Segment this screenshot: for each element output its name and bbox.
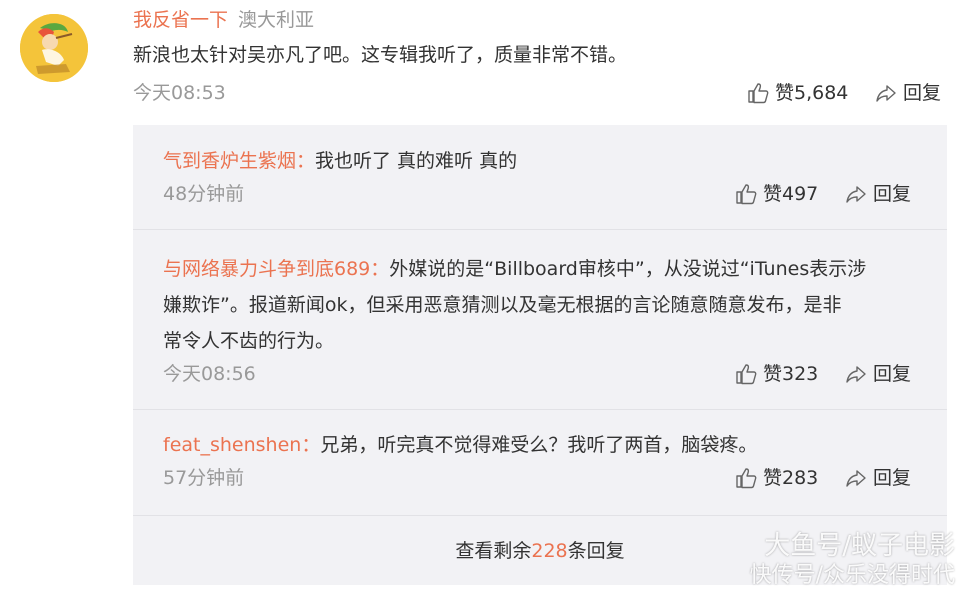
watermark-line-1: 大鱼号/蚁子电影 bbox=[764, 531, 955, 561]
divider bbox=[133, 409, 947, 410]
reply-item: feat_shenshen：兄弟，听完真不觉得难受么？我听了两首，脑袋疼。 57… bbox=[163, 427, 923, 493]
reply-text: 我也听了 真的难听 真的 bbox=[315, 150, 518, 172]
reply-button[interactable]: 回复 bbox=[845, 179, 911, 209]
like-count: 赞497 bbox=[763, 183, 819, 205]
reply-item: 与网络暴力斗争到底689：外媒说的是“Billboard审核中”，从没说过“iT… bbox=[163, 251, 923, 389]
reply-time: 48分钟前 bbox=[163, 183, 245, 205]
reply-username[interactable]: 气到香炉生紫烟： bbox=[163, 150, 315, 172]
reply-arrow-icon bbox=[846, 366, 866, 383]
reply-text: 兄弟，听完真不觉得难受么？我听了两首，脑袋疼。 bbox=[320, 434, 758, 456]
reply-button[interactable]: 回复 bbox=[845, 359, 911, 389]
replies-panel: 气到香炉生紫烟：我也听了 真的难听 真的 48分钟前 赞497 回复 与网络暴力… bbox=[133, 125, 947, 585]
reply-label: 回复 bbox=[903, 82, 942, 104]
reply-item: 气到香炉生紫烟：我也听了 真的难听 真的 48分钟前 赞497 回复 bbox=[163, 143, 923, 209]
like-count: 赞5,684 bbox=[775, 82, 849, 104]
divider bbox=[133, 229, 947, 230]
avatar[interactable] bbox=[20, 14, 88, 82]
comment-username[interactable]: 我反省一下 bbox=[133, 9, 228, 31]
thumbs-up-icon bbox=[748, 83, 769, 104]
reply-label: 回复 bbox=[873, 467, 912, 489]
reply-time: 57分钟前 bbox=[163, 467, 245, 489]
like-button[interactable]: 赞283 bbox=[735, 463, 818, 493]
thumbs-up-icon bbox=[736, 184, 757, 205]
reply-time: 今天08:56 bbox=[163, 363, 256, 385]
like-count: 赞283 bbox=[763, 467, 819, 489]
like-button[interactable]: 赞497 bbox=[735, 179, 818, 209]
watermark: 大鱼号/蚁子电影 快传号/众乐没得时代 bbox=[750, 531, 955, 591]
like-button[interactable]: 赞5,684 bbox=[747, 78, 848, 108]
avatar-illustration-icon bbox=[20, 14, 88, 82]
reply-button[interactable]: 回复 bbox=[875, 78, 941, 108]
thumbs-up-icon bbox=[736, 468, 757, 489]
comment-time: 今天08:53 bbox=[133, 82, 226, 104]
like-count: 赞323 bbox=[763, 363, 819, 385]
comment-location: 澳大利亚 bbox=[238, 9, 315, 31]
thumbs-up-icon bbox=[736, 364, 757, 385]
divider bbox=[133, 515, 947, 516]
reply-text-line-1: 外媒说的是“Billboard审核中”，从没说过“iTunes表示涉 bbox=[389, 258, 867, 280]
reply-arrow-icon bbox=[846, 186, 866, 203]
reply-username[interactable]: feat_shenshen： bbox=[163, 434, 320, 456]
reply-arrow-icon bbox=[876, 85, 896, 102]
main-comment: 我反省一下 澳大利亚 新浪也太针对吴亦凡了吧。这专辑我听了，质量非常不错。 今天0… bbox=[133, 8, 947, 108]
comment-text: 新浪也太针对吴亦凡了吧。这专辑我听了，质量非常不错。 bbox=[133, 44, 628, 66]
reply-username[interactable]: 与网络暴力斗争到底689： bbox=[163, 258, 389, 280]
reply-button[interactable]: 回复 bbox=[845, 463, 911, 493]
reply-text-line-3: 常令人不齿的行为。 bbox=[163, 330, 335, 352]
reply-label: 回复 bbox=[873, 363, 912, 385]
more-count: 228 bbox=[531, 540, 568, 562]
reply-text-line-2: 嫌欺诈”。报道新闻ok，但采用恶意猜测以及毫无根据的言论随意随意发布，是非 bbox=[163, 294, 842, 316]
reply-arrow-icon bbox=[846, 470, 866, 487]
reply-label: 回复 bbox=[873, 183, 912, 205]
more-suffix: 条回复 bbox=[567, 540, 625, 562]
more-prefix: 查看剩余 bbox=[455, 540, 532, 562]
like-button[interactable]: 赞323 bbox=[735, 359, 818, 389]
watermark-line-2: 快传号/众乐没得时代 bbox=[749, 563, 955, 588]
